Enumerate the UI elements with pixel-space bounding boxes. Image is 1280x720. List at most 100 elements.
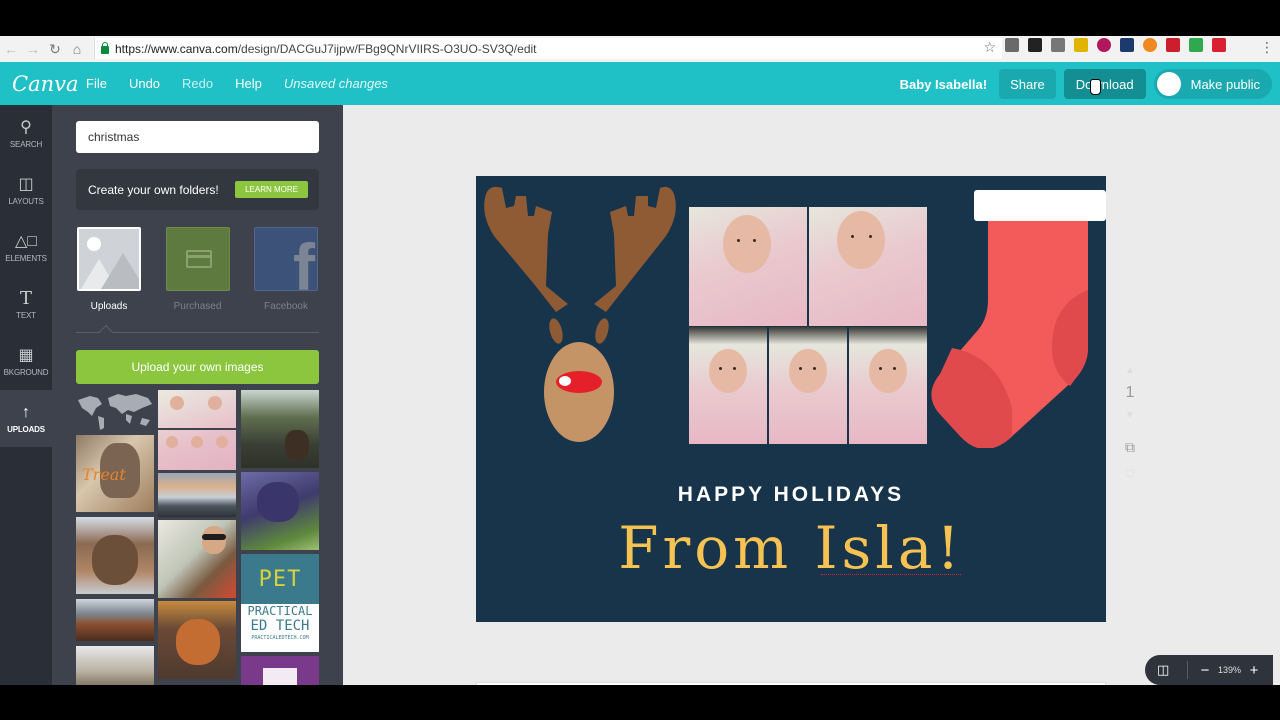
pet-logo: PET: [258, 566, 302, 592]
thumbnail-practical-ed-tech[interactable]: PET PRACTICAL ED TECH PRACTICALEDTECH.CO…: [241, 554, 319, 652]
greeting-text[interactable]: HAPPY HOLIDAYS: [476, 483, 1106, 507]
eye: [733, 367, 736, 370]
menu-file[interactable]: File: [86, 76, 107, 91]
face: [208, 396, 222, 410]
thumbnail-dog-purple[interactable]: [241, 472, 319, 550]
thumbnail-man-dog[interactable]: [158, 520, 236, 598]
drive-extension-icon[interactable]: [1189, 38, 1203, 52]
download-button[interactable]: Download: [1063, 69, 1146, 99]
eye: [799, 367, 802, 370]
delete-page-icon[interactable]: □: [1126, 466, 1133, 480]
zoom-separator: [1187, 661, 1188, 679]
duplicate-page-icon[interactable]: ⧉: [1125, 439, 1135, 456]
sidebar-item-text[interactable]: T TEXT: [0, 276, 52, 333]
screen-bottom-bezel: [0, 685, 1280, 720]
sidebar-item-search[interactable]: ⚲ SEARCH: [0, 105, 52, 162]
h-circle-extension-icon[interactable]: [1143, 38, 1157, 52]
pin-7-extension-icon[interactable]: [1166, 38, 1180, 52]
folder-uploads[interactable]: Uploads: [76, 227, 142, 312]
menu-help[interactable]: Help: [235, 76, 262, 91]
design-page[interactable]: HAPPY HOLIDAYS From Isla!: [476, 176, 1106, 622]
stocking-cuff: [974, 190, 1106, 221]
mouse-cursor-icon: [1089, 79, 1101, 95]
search-input[interactable]: [76, 121, 319, 153]
face: [191, 436, 203, 448]
move-page-up-icon[interactable]: ▲: [1125, 365, 1135, 376]
headline-text[interactable]: From Isla!: [476, 514, 1106, 582]
upload-images-button[interactable]: Upload your own images: [76, 350, 319, 384]
back-icon[interactable]: ←: [0, 38, 22, 60]
thumbnail-lake[interactable]: [158, 473, 236, 517]
move-page-down-icon[interactable]: ▼: [1125, 410, 1135, 421]
lightbulb-extension-icon[interactable]: [1051, 38, 1065, 52]
folder-purchased[interactable]: Purchased: [165, 227, 231, 312]
baby-photo: [809, 207, 927, 326]
design-title[interactable]: Baby Isabella!: [900, 77, 987, 92]
address-bar[interactable]: https://www.canva.com/design/DACGuJ7ijpw…: [94, 38, 1002, 59]
uploads-grid: Treat PET PRACTICAL ED TECH PRACTICALEDT…: [76, 390, 319, 685]
bookmark-star-icon[interactable]: ☆: [983, 39, 996, 56]
save-status: Unsaved changes: [283, 76, 388, 91]
baby-photo: [689, 207, 807, 326]
thumbnail-dog-couch[interactable]: [158, 601, 236, 679]
owl-extension-icon[interactable]: [1028, 38, 1042, 52]
thumbnail-snow[interactable]: [76, 646, 154, 685]
zoom-level: 139%: [1218, 665, 1242, 675]
onenote-icon: [263, 668, 297, 685]
eye: [893, 367, 896, 370]
pet-line: ED TECH: [250, 618, 310, 634]
face: [709, 349, 747, 393]
download-label: Download: [1075, 76, 1134, 92]
sidebar-item-layouts[interactable]: ◫ LAYOUTS: [0, 162, 52, 219]
zoom-out-button[interactable]: −: [1198, 662, 1212, 679]
eye: [879, 367, 882, 370]
share-button[interactable]: Share: [999, 69, 1056, 99]
page-tools: ▲ 1 ▼ ⧉ □: [1118, 365, 1142, 480]
face: [723, 215, 771, 273]
thumbnail-baby-collage[interactable]: [158, 390, 236, 470]
world-map-icon: [78, 394, 152, 430]
sunglasses: [202, 534, 226, 540]
baby-photo-collage[interactable]: [689, 207, 927, 444]
reindeer-graphic[interactable]: [476, 176, 686, 446]
menu-undo[interactable]: Undo: [129, 76, 160, 91]
sidebar-label: BKGROUND: [3, 368, 49, 377]
thumbnail-onenote[interactable]: [241, 656, 319, 685]
promo-text: Create your own folders!: [88, 182, 219, 197]
thumbnail-world-map[interactable]: [76, 390, 154, 432]
thumbnail-autumn[interactable]: [76, 599, 154, 641]
dog-shape: [285, 430, 309, 460]
home-icon[interactable]: ⌂: [66, 38, 88, 60]
browser-menu-icon[interactable]: ⋮: [1260, 40, 1274, 54]
reload-icon[interactable]: ↻: [44, 38, 66, 60]
thumbnail-dog-treat[interactable]: Treat: [76, 435, 154, 512]
sidebar-item-uploads[interactable]: ↑ UPLOADS: [0, 390, 52, 447]
thumbnail-dog-bridge[interactable]: [241, 390, 319, 468]
sidebar-item-background[interactable]: ▦ BKGROUND: [0, 333, 52, 390]
menu-redo[interactable]: Redo: [182, 76, 213, 91]
sidebar-label: ELEMENTS: [5, 254, 47, 263]
face: [789, 349, 827, 393]
learn-more-button[interactable]: LEARN MORE: [235, 181, 308, 198]
zoom-controls: ◫ − 139% +: [1145, 655, 1273, 685]
forward-icon[interactable]: →: [22, 38, 44, 60]
make-public-toggle[interactable]: Make public: [1153, 69, 1272, 99]
right-antler: [594, 186, 676, 312]
folder-facebook[interactable]: f Facebook: [253, 227, 319, 312]
folder-label: Purchased: [173, 301, 222, 312]
present-icon[interactable]: ◫: [1157, 662, 1183, 678]
bars-extension-icon[interactable]: [1074, 38, 1088, 52]
stocking-graphic[interactable]: [926, 188, 1106, 448]
active-folder-caret: [98, 324, 114, 340]
lock-icon: [101, 41, 109, 54]
thumbnail-dog-porch[interactable]: [76, 517, 154, 594]
text-icon: T: [19, 288, 32, 309]
video-extension-icon[interactable]: [1212, 38, 1226, 52]
sidebar-item-elements[interactable]: △□ ELEMENTS: [0, 219, 52, 276]
cast-extension-icon[interactable]: [1005, 38, 1019, 52]
zoom-in-button[interactable]: +: [1247, 662, 1261, 679]
baby-photo: [849, 327, 927, 444]
canva-logo[interactable]: Canva: [12, 72, 79, 96]
tube-extension-icon[interactable]: [1097, 38, 1111, 52]
n-notebook-extension-icon[interactable]: [1120, 38, 1134, 52]
